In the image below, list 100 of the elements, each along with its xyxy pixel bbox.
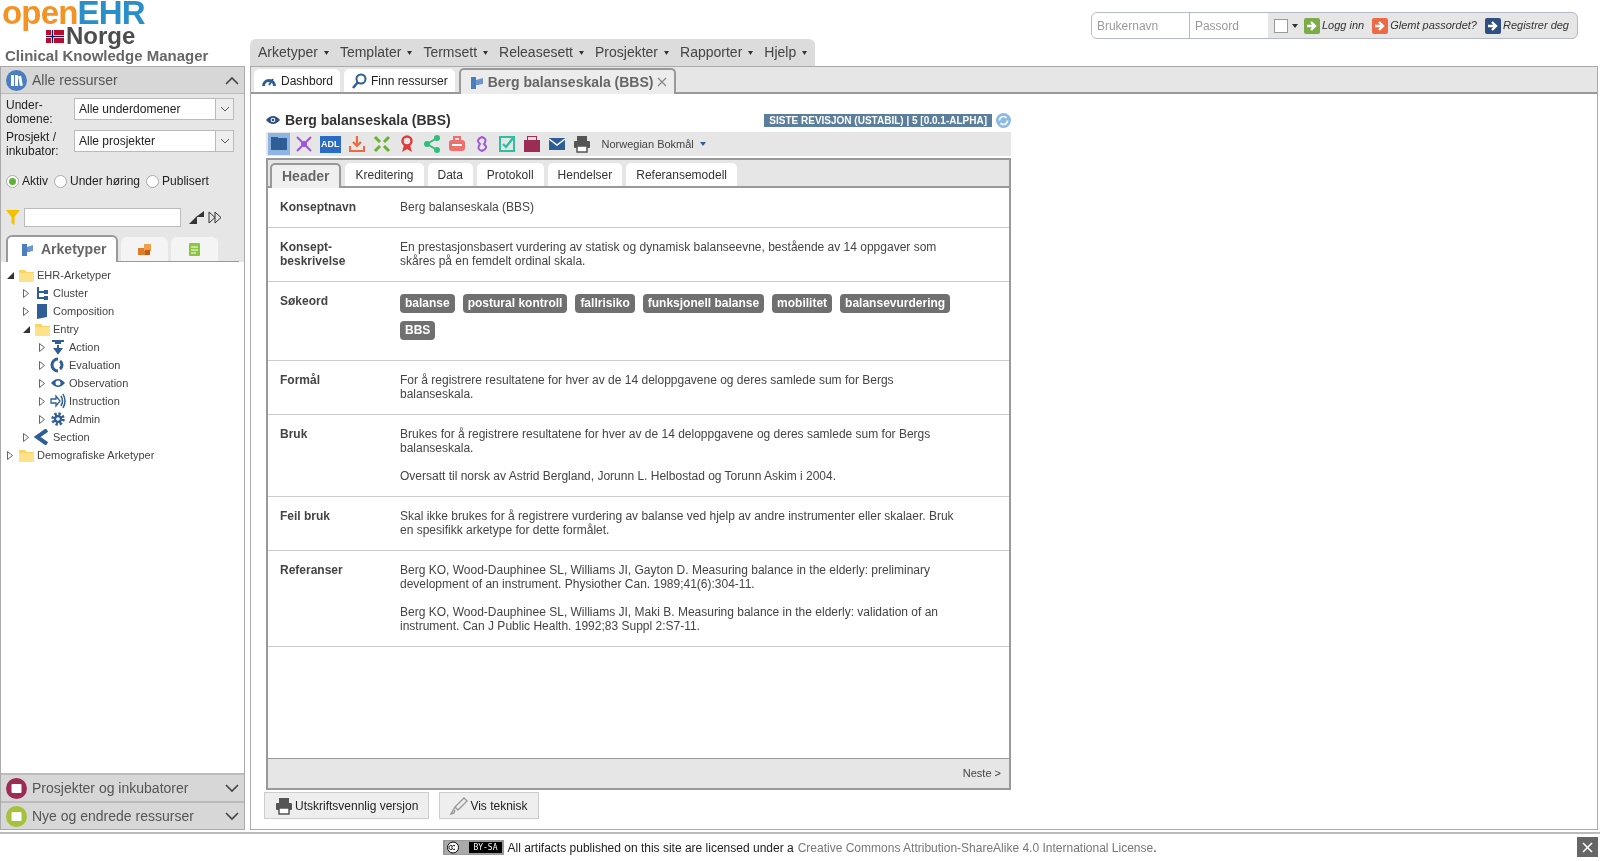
expand-toggle-icon[interactable] bbox=[21, 288, 31, 298]
menu-item[interactable]: Termsett bbox=[419, 42, 493, 63]
sort-icon[interactable] bbox=[189, 211, 204, 224]
tab[interactable]: Kreditering bbox=[345, 163, 424, 186]
search-icon bbox=[351, 72, 368, 89]
resource-tab[interactable]: Arketyper bbox=[6, 235, 119, 262]
chevron-down-icon bbox=[219, 138, 230, 144]
field-label: Feil bruk bbox=[280, 509, 331, 525]
tab[interactable]: Berg balanseskala (BBS) bbox=[458, 68, 677, 94]
expand-toggle-icon[interactable] bbox=[37, 360, 47, 370]
action-icon bbox=[50, 339, 66, 355]
flag-icon bbox=[46, 29, 64, 43]
radio-button[interactable] bbox=[54, 174, 67, 188]
tab[interactable]: Data bbox=[427, 163, 473, 186]
menu-item[interactable]: Templater bbox=[335, 42, 417, 63]
expand-toggle-icon[interactable] bbox=[37, 414, 47, 424]
expand-toggle-icon[interactable] bbox=[37, 342, 47, 352]
license-text: . bbox=[1153, 839, 1157, 857]
radio-option[interactable]: Under høring bbox=[54, 172, 141, 190]
tree-item[interactable]: EHR-Arketyper bbox=[37, 266, 111, 284]
menu-item[interactable]: Releasesett bbox=[495, 42, 588, 63]
books-icon bbox=[6, 69, 27, 91]
toolbar-button[interactable]: ADL bbox=[318, 133, 343, 155]
tab[interactable]: Referansemodell bbox=[626, 163, 737, 186]
hierarchy-icon bbox=[34, 285, 50, 301]
tab[interactable]: Protokoll bbox=[476, 163, 544, 186]
dropdown[interactable]: Alle prosjekter bbox=[74, 130, 234, 152]
folder-icon bbox=[18, 267, 34, 283]
tab[interactable]: Hendelser bbox=[547, 163, 623, 186]
tree-item[interactable]: Section bbox=[53, 428, 90, 446]
tab[interactable]: Dashbord bbox=[254, 69, 341, 92]
tree-item[interactable]: Action bbox=[69, 338, 100, 356]
tab[interactable]: Finn ressurser bbox=[344, 69, 455, 92]
resource-tab[interactable] bbox=[121, 237, 169, 261]
folder-icon bbox=[18, 447, 34, 463]
radio-button[interactable] bbox=[146, 174, 160, 188]
filter-field[interactable] bbox=[24, 208, 181, 227]
pen-icon bbox=[450, 796, 469, 815]
expand-toggle-icon[interactable] bbox=[37, 396, 47, 406]
language-dropdown[interactable]: Norwegian Bokmål bbox=[601, 135, 706, 153]
caret-icon bbox=[407, 50, 413, 55]
radio-button[interactable] bbox=[6, 174, 19, 188]
expand-icon[interactable] bbox=[225, 783, 239, 793]
dropdown[interactable]: Alle underdomener bbox=[74, 98, 234, 120]
expand-toggle-icon[interactable] bbox=[5, 450, 15, 460]
close-icon[interactable] bbox=[657, 77, 668, 87]
tree-item[interactable]: Entry bbox=[53, 320, 79, 338]
expand-all-icon[interactable] bbox=[208, 211, 223, 224]
caret-icon bbox=[664, 50, 670, 55]
caret-icon bbox=[699, 142, 706, 146]
network-icon bbox=[295, 135, 313, 153]
mail-icon bbox=[547, 135, 566, 153]
menu-item[interactable]: Hjelp bbox=[760, 42, 812, 63]
briefcase-icon bbox=[522, 135, 541, 153]
caret-icon bbox=[323, 50, 329, 55]
expand-toggle-icon[interactable] bbox=[37, 378, 47, 388]
menu-item[interactable]: Prosjekter bbox=[591, 42, 674, 63]
collapse-icon[interactable] bbox=[225, 75, 239, 85]
collapse-toggle-icon[interactable] bbox=[21, 325, 31, 333]
download-icon bbox=[347, 135, 366, 153]
keyword-tag: fallrisiko bbox=[575, 294, 635, 313]
radio-option[interactable]: Publisert bbox=[146, 172, 209, 190]
archetype-title: Berg balanseskala (BBS) bbox=[285, 110, 452, 130]
menu-item[interactable]: Rapporter bbox=[676, 42, 758, 63]
compress-icon bbox=[372, 135, 391, 153]
field-label: Referanser bbox=[280, 563, 344, 579]
tree-item[interactable]: Demografiske Arketyper bbox=[37, 446, 155, 464]
expand-toggle-icon[interactable] bbox=[21, 306, 31, 316]
filter-icon bbox=[6, 210, 20, 225]
expand-icon[interactable] bbox=[225, 811, 239, 821]
field-value: Brukes for å registrere resultatene for hver av de 14 deloppgavene og deres samlede sum for Bergs balanseskala. bbox=[400, 427, 932, 455]
close-button[interactable] bbox=[1577, 837, 1598, 857]
tree-item[interactable]: Cluster bbox=[53, 284, 88, 302]
keyword-tag: BBS bbox=[400, 321, 436, 340]
tree-item[interactable]: Evaluation bbox=[69, 356, 121, 374]
radio-option[interactable]: Aktiv bbox=[6, 172, 48, 190]
tree-item[interactable]: Composition bbox=[53, 302, 115, 320]
field-value: Berg KO, Wood-Dauphinee SL, Williams JI, Maki B. Measuring balance in the elderly: validation of an instrument. Can J Public Health. 1992;83 Suppl 2:S7-11. bbox=[400, 605, 940, 633]
chevron-icon bbox=[34, 429, 50, 445]
field-value: Berg balanseskala (BBS) bbox=[400, 200, 536, 214]
collapse-toggle-icon[interactable] bbox=[5, 271, 15, 279]
next-link[interactable]: Neste > bbox=[962, 765, 1001, 782]
toolbar-button[interactable] bbox=[268, 133, 290, 155]
gear-icon bbox=[50, 411, 66, 427]
tree-item[interactable]: Instruction bbox=[69, 392, 120, 410]
menu-item[interactable]: Arketyper bbox=[254, 42, 333, 63]
tab[interactable]: Header bbox=[270, 163, 342, 188]
field-value: Skal ikke brukes for å registrere vurdering av balanse ved hjelp av andre instrumenter eller skalaer. Bruk en spesifikk arketype for dette formålet. bbox=[400, 509, 955, 537]
expand-toggle-icon[interactable] bbox=[21, 432, 31, 442]
keyword-tag: balansevurdering bbox=[840, 294, 951, 313]
tree-item[interactable]: Observation bbox=[69, 374, 129, 392]
print-button[interactable]: Utskriftsvennlig versjon bbox=[264, 792, 430, 819]
tree-item[interactable]: Admin bbox=[69, 410, 101, 428]
folder-icon bbox=[34, 321, 50, 337]
field-label: Bruk bbox=[280, 427, 309, 443]
field-label: Formål bbox=[280, 373, 321, 389]
filter-label: Prosjekt / inkubator: bbox=[6, 130, 60, 158]
caret-icon bbox=[579, 50, 584, 55]
technical-view-button[interactable]: Vis teknisk bbox=[439, 792, 539, 819]
instruction-icon bbox=[50, 393, 66, 409]
